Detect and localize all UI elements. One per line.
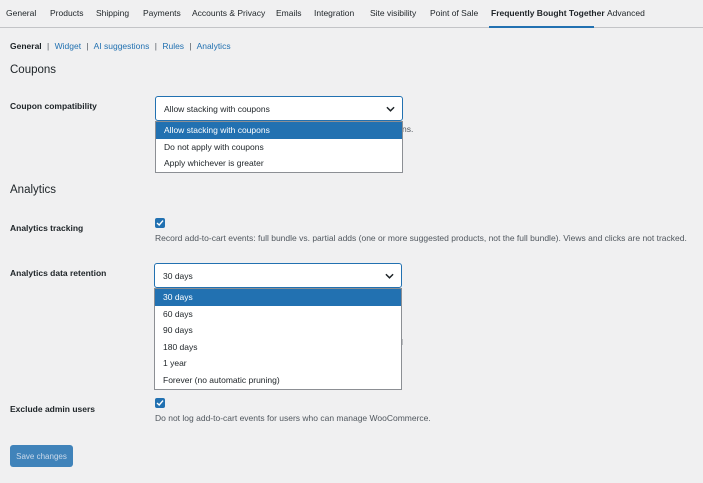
chevron-down-icon (385, 273, 394, 279)
coupons-heading: Coupons (10, 64, 57, 76)
subnav-analytics[interactable]: Analytics (197, 41, 231, 51)
analytics-tracking-label: Analytics tracking (10, 223, 84, 233)
retention-option[interactable]: 30 days (155, 289, 401, 306)
exclude-admin-users-label: Exclude admin users (10, 404, 96, 414)
tab-integration[interactable]: Integration (314, 8, 354, 18)
tab-emails[interactable]: Emails (276, 8, 302, 18)
analytics-retention-select[interactable]: 30 days (154, 263, 402, 288)
active-tab-indicator (489, 26, 594, 28)
tab-accounts-privacy[interactable]: Accounts & Privacy (192, 8, 265, 18)
tab-frequently-bought-together[interactable]: Frequently Bought Together (491, 8, 605, 18)
coupon-option[interactable]: Allow stacking with coupons (156, 122, 402, 139)
coupon-compatibility-label: Coupon compatibility (10, 101, 97, 111)
analytics-tracking-description: Record add-to-cart events: full bundle v… (155, 233, 687, 243)
exclude-admin-users-description: Do not log add-to-cart events for users … (155, 413, 431, 423)
tab-point-of-sale[interactable]: Point of Sale (430, 8, 478, 18)
tab-shipping[interactable]: Shipping (96, 8, 129, 18)
analytics-heading: Analytics (10, 184, 57, 196)
retention-option[interactable]: 60 days (155, 306, 401, 323)
subnav-ai-suggestions[interactable]: AI suggestions (94, 41, 150, 51)
tab-advanced[interactable]: Advanced (607, 8, 645, 18)
tab-payments[interactable]: Payments (143, 8, 181, 18)
analytics-retention-label: Analytics data retention (10, 268, 107, 278)
sub-navigation: General | Widget | AI suggestions | Rule… (10, 41, 231, 51)
coupon-compatibility-value: Allow stacking with coupons (164, 103, 270, 114)
exclude-admin-users-checkbox[interactable] (155, 398, 165, 408)
save-changes-button[interactable]: Save changes (10, 445, 73, 467)
analytics-tracking-checkbox[interactable] (155, 218, 165, 228)
tab-general[interactable]: General (6, 8, 36, 18)
retention-option[interactable]: 90 days (155, 322, 401, 339)
settings-tabs: General Products Shipping Payments Accou… (0, 0, 703, 28)
retention-option[interactable]: Forever (no automatic pruning) (155, 372, 401, 389)
subnav-separator: | (86, 41, 89, 51)
checkmark-icon (156, 400, 164, 407)
subnav-separator: | (47, 41, 50, 51)
subnav-rules[interactable]: Rules (162, 41, 184, 51)
subnav-widget[interactable]: Widget (55, 41, 81, 51)
coupon-compatibility-description: ns. (402, 124, 414, 134)
tab-site-visibility[interactable]: Site visibility (370, 8, 416, 18)
coupon-compatibility-select[interactable]: Allow stacking with coupons (155, 96, 403, 121)
analytics-retention-value: 30 days (163, 270, 193, 281)
retention-option[interactable]: 180 days (155, 339, 401, 356)
coupon-compatibility-dropdown: Allow stacking with coupons Do not apply… (155, 121, 403, 173)
subnav-separator: | (154, 41, 157, 51)
checkmark-icon (156, 220, 164, 227)
coupon-option[interactable]: Do not apply with coupons (156, 139, 402, 156)
analytics-retention-dropdown: 30 days 60 days 90 days 180 days 1 year … (154, 288, 402, 390)
tab-products[interactable]: Products (50, 8, 84, 18)
coupon-option[interactable]: Apply whichever is greater (156, 155, 402, 172)
subnav-separator: | (189, 41, 192, 51)
chevron-down-icon (386, 106, 395, 112)
subnav-general[interactable]: General (10, 41, 42, 51)
retention-option[interactable]: 1 year (155, 355, 401, 372)
